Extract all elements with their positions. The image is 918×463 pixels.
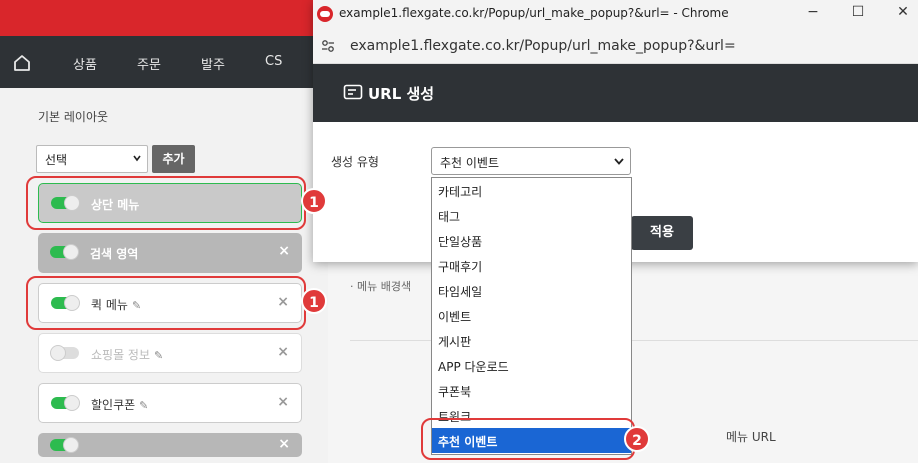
pencil-icon[interactable]: ✎ [154, 349, 163, 362]
layout-row-mall-info[interactable]: 쇼핑몰 정보 ✎ × [38, 333, 302, 373]
layout-select[interactable]: 선택 [36, 145, 148, 173]
pencil-icon[interactable]: ✎ [139, 399, 148, 412]
annotation-ring-selected-option [421, 418, 635, 460]
row-label-text: 쇼핑몰 정보 [91, 348, 151, 362]
chevron-down-icon [133, 155, 141, 162]
apply-button[interactable]: 적용 [631, 216, 693, 250]
annotation-badge-1: 1 [301, 188, 327, 214]
maximize-icon[interactable]: ☐ [848, 4, 868, 20]
address-bar: example1.flexgate.co.kr/Popup/url_make_p… [313, 28, 918, 64]
menu-url-header: 메뉴 URL [726, 430, 776, 444]
home-icon[interactable] [12, 53, 32, 73]
dropdown-option-single-product[interactable]: 단일상품 [432, 228, 631, 253]
type-select-value: 추천 이벤트 [440, 156, 500, 170]
close-icon[interactable]: × [278, 243, 290, 259]
toggle-knob [50, 345, 66, 361]
dropdown-option-review[interactable]: 구매후기 [432, 253, 631, 278]
nav-item-cs[interactable]: CS [265, 54, 282, 69]
annotation-ring-quick-menu [26, 276, 306, 330]
section-title: 기본 레이아웃 [38, 110, 109, 124]
close-window-icon[interactable]: ✕ [893, 4, 913, 20]
dropdown-option-coupon-book[interactable]: 쿠폰북 [432, 378, 631, 403]
annotation-badge-1b: 1 [301, 288, 327, 314]
nav-item-products[interactable]: 상품 [73, 54, 97, 73]
dropdown-option-time-sale[interactable]: 타임세일 [432, 278, 631, 303]
dropdown-option-category[interactable]: 카테고리 [432, 178, 631, 203]
toggle-switch[interactable] [50, 345, 79, 361]
dropdown-option-tag[interactable]: 태그 [432, 203, 631, 228]
site-favicon-icon [317, 6, 333, 22]
close-icon[interactable]: × [278, 436, 290, 452]
toggle-switch[interactable] [50, 437, 79, 453]
annotation-ring-top-menu [26, 176, 306, 230]
toggle-knob [64, 395, 80, 411]
row-label: 검색 영역 [90, 247, 139, 261]
type-field-label: 생성 유형 [331, 155, 379, 169]
row-label-text: 할인쿠폰 [91, 398, 136, 412]
popup-header: URL 생성 [313, 64, 918, 122]
document-icon [343, 84, 363, 100]
site-settings-icon[interactable] [321, 39, 335, 53]
type-dropdown-list: 카테고리 태그 단일상품 구매후기 타임세일 이벤트 게시판 APP 다운로드 … [431, 177, 632, 455]
annotation-badge-2: 2 [624, 426, 650, 452]
toggle-knob [63, 244, 79, 260]
layout-select-value: 선택 [45, 153, 68, 167]
close-icon[interactable]: × [277, 394, 289, 410]
dropdown-option-board[interactable]: 게시판 [432, 328, 631, 353]
toggle-switch[interactable] [50, 244, 79, 260]
menu-bg-color-label: · 메뉴 배경색 [350, 280, 412, 293]
window-title: example1.flexgate.co.kr/Popup/url_make_p… [339, 6, 729, 20]
layout-row-unnamed[interactable]: × [38, 433, 302, 457]
toggle-knob [63, 437, 79, 453]
type-select[interactable]: 추천 이벤트 [431, 147, 631, 175]
layout-row-coupon[interactable]: 할인쿠폰 ✎ × [38, 383, 302, 423]
minimize-icon[interactable]: − [803, 4, 823, 20]
address-url[interactable]: example1.flexgate.co.kr/Popup/url_make_p… [350, 38, 736, 54]
dropdown-option-app-download[interactable]: APP 다운로드 [432, 353, 631, 378]
popup-title: URL 생성 [368, 85, 435, 103]
nav-item-purchase[interactable]: 발주 [201, 54, 225, 73]
window-titlebar: example1.flexgate.co.kr/Popup/url_make_p… [313, 0, 918, 28]
dropdown-option-event[interactable]: 이벤트 [432, 303, 631, 328]
close-icon[interactable]: × [277, 344, 289, 360]
row-label: 쇼핑몰 정보 ✎ [91, 346, 163, 363]
nav-item-orders[interactable]: 주문 [137, 54, 161, 73]
layout-row-search[interactable]: 검색 영역 × [38, 233, 302, 273]
row-label: 할인쿠폰 ✎ [91, 396, 148, 413]
toggle-switch[interactable] [51, 395, 80, 411]
chevron-down-icon [614, 158, 624, 165]
add-button[interactable]: 추가 [152, 145, 195, 173]
